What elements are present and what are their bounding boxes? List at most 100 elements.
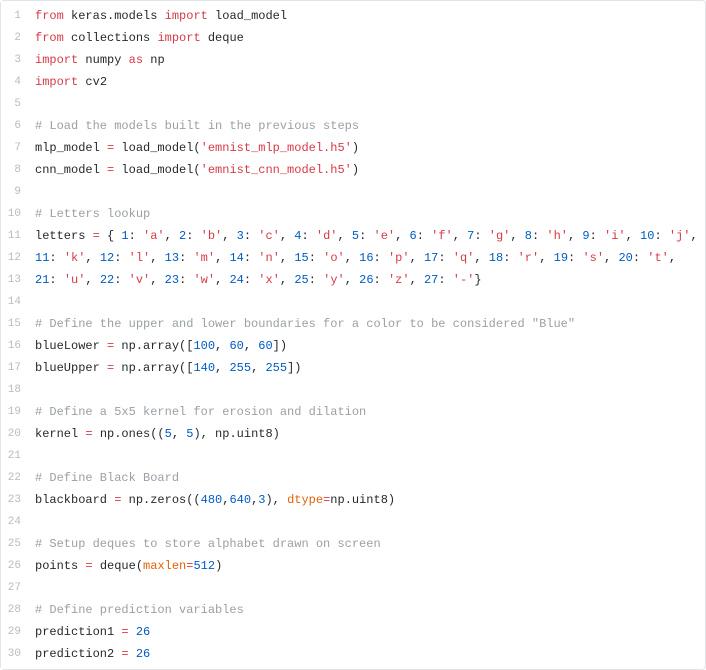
- code-line[interactable]: blueUpper = np.array([140, 255, 255]): [35, 357, 697, 379]
- line-number: 7: [7, 137, 21, 159]
- token-str: 'f': [431, 229, 453, 243]
- token-plain: ,: [626, 229, 640, 243]
- token-num: 480: [201, 493, 223, 507]
- token-com: # Setup deques to store alphabet drawn o…: [35, 537, 381, 551]
- token-kw: import: [35, 75, 78, 89]
- token-num: 13: [165, 251, 179, 265]
- code-line[interactable]: [35, 445, 697, 467]
- token-str: 'a': [143, 229, 165, 243]
- token-plain: :: [302, 229, 316, 243]
- code-line[interactable]: 11: 'k', 12: 'l', 13: 'm', 14: 'n', 15: …: [35, 247, 697, 269]
- code-line[interactable]: # Letters lookup: [35, 203, 697, 225]
- token-str: 'w': [193, 273, 215, 287]
- code-line[interactable]: [35, 379, 697, 401]
- line-number: 21: [7, 445, 21, 467]
- code-line[interactable]: # Define prediction variables: [35, 599, 697, 621]
- token-plain: load_model(: [114, 163, 200, 177]
- code-line[interactable]: import numpy as np: [35, 49, 697, 71]
- line-number: 8: [7, 159, 21, 181]
- token-num: 16: [359, 251, 373, 265]
- code-line[interactable]: [35, 577, 697, 599]
- token-plain: ,: [539, 251, 553, 265]
- token-op: =: [93, 229, 100, 243]
- code-line[interactable]: # Setup deques to store alphabet drawn o…: [35, 533, 697, 555]
- token-plain: :: [417, 229, 431, 243]
- token-plain: :: [503, 251, 517, 265]
- line-number: 4: [7, 71, 21, 93]
- code-line[interactable]: letters = { 1: 'a', 2: 'b', 3: 'c', 4: '…: [35, 225, 697, 247]
- token-kw: import: [35, 53, 78, 67]
- token-plain: :: [374, 273, 388, 287]
- token-plain: :: [633, 251, 647, 265]
- token-plain: np.array([: [114, 361, 193, 375]
- line-number: 5: [7, 93, 21, 115]
- code-line[interactable]: # Load the models built in the previous …: [35, 115, 697, 137]
- code-line[interactable]: prediction1 = 26: [35, 621, 697, 643]
- token-num: 5: [165, 427, 172, 441]
- code-line[interactable]: import cv2: [35, 71, 697, 93]
- token-plain: prediction2: [35, 647, 121, 661]
- code-line[interactable]: blueLower = np.array([100, 60, 60]): [35, 335, 697, 357]
- token-plain: :: [49, 251, 63, 265]
- token-str: 'y': [323, 273, 345, 287]
- token-str: '-': [453, 273, 475, 287]
- code-line[interactable]: cnn_model = load_model('emnist_cnn_model…: [35, 159, 697, 181]
- line-number: 23: [7, 489, 21, 511]
- line-number: 9: [7, 181, 21, 203]
- token-str: 'c': [258, 229, 280, 243]
- token-plain: ,: [244, 339, 258, 353]
- token-num: 10: [640, 229, 654, 243]
- code-line[interactable]: from collections import deque: [35, 27, 697, 49]
- token-plain: :: [438, 251, 452, 265]
- token-arg: maxlen: [143, 559, 186, 573]
- line-number: 14: [7, 291, 21, 313]
- code-line[interactable]: blackboard = np.zeros((480,640,3), dtype…: [35, 489, 697, 511]
- token-plain: ,: [410, 273, 424, 287]
- token-kw: import: [157, 31, 200, 45]
- token-num: 27: [424, 273, 438, 287]
- token-plain: :: [244, 273, 258, 287]
- token-plain: ,: [510, 229, 524, 243]
- token-num: 11: [35, 251, 49, 265]
- token-plain: prediction1: [35, 625, 121, 639]
- token-plain: ,: [222, 229, 236, 243]
- code-area[interactable]: from keras.models import load_modelfrom …: [31, 1, 705, 669]
- code-line[interactable]: # Define Black Board: [35, 467, 697, 489]
- token-num: 24: [229, 273, 243, 287]
- token-plain: load_model: [208, 9, 287, 23]
- token-str: 'q': [453, 251, 475, 265]
- token-plain: ,: [165, 229, 179, 243]
- token-num: 23: [165, 273, 179, 287]
- code-line[interactable]: from keras.models import load_model: [35, 5, 697, 27]
- token-plain: ]): [287, 361, 301, 375]
- code-editor[interactable]: 1234567891011121314151617181920212223242…: [0, 0, 706, 670]
- code-line[interactable]: mlp_model = load_model('emnist_mlp_model…: [35, 137, 697, 159]
- token-plain: {: [100, 229, 122, 243]
- token-num: 14: [229, 251, 243, 265]
- code-line[interactable]: [35, 93, 697, 115]
- token-op: =: [121, 647, 128, 661]
- token-plain: np.uint8): [330, 493, 395, 507]
- token-num: 3: [237, 229, 244, 243]
- code-line[interactable]: kernel = np.ones((5, 5), np.uint8): [35, 423, 697, 445]
- code-line[interactable]: [35, 291, 697, 313]
- token-str: 'u': [64, 273, 86, 287]
- code-line[interactable]: 21: 'u', 22: 'v', 23: 'w', 24: 'x', 25: …: [35, 269, 697, 291]
- token-plain: ,: [453, 229, 467, 243]
- token-plain: cnn_model: [35, 163, 107, 177]
- token-str: 'x': [258, 273, 280, 287]
- token-plain: deque(: [93, 559, 143, 573]
- token-num: 26: [359, 273, 373, 287]
- token-plain: blueLower: [35, 339, 107, 353]
- token-plain: np: [143, 53, 165, 67]
- token-num: 255: [229, 361, 251, 375]
- token-num: 26: [136, 625, 150, 639]
- code-line[interactable]: [35, 181, 697, 203]
- line-number-gutter: 1234567891011121314151617181920212223242…: [1, 1, 31, 669]
- code-line[interactable]: [35, 511, 697, 533]
- line-number: 17: [7, 357, 21, 379]
- code-line[interactable]: prediction2 = 26: [35, 643, 697, 665]
- code-line[interactable]: # Define a 5x5 kernel for erosion and di…: [35, 401, 697, 423]
- code-line[interactable]: # Define the upper and lower boundaries …: [35, 313, 697, 335]
- code-line[interactable]: points = deque(maxlen=512): [35, 555, 697, 577]
